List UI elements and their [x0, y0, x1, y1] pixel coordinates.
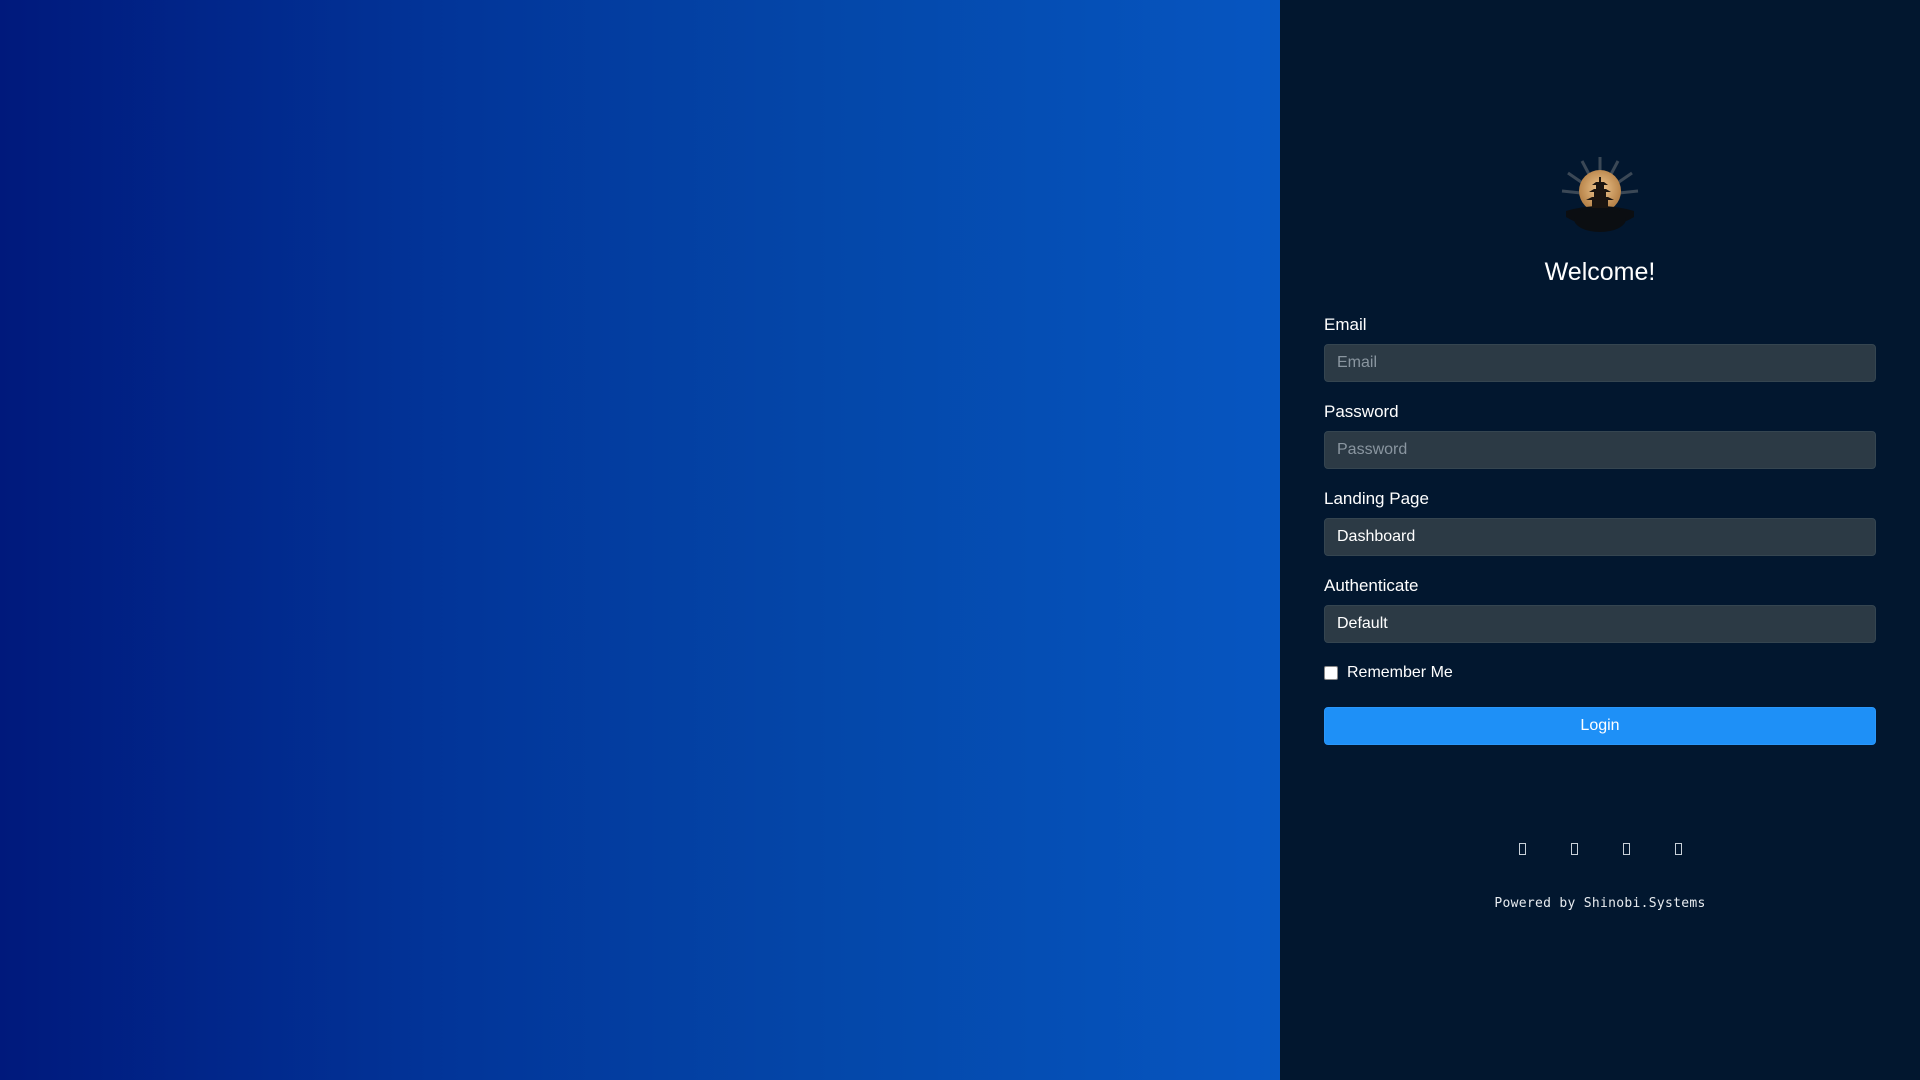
authenticate-group: Authenticate Default	[1324, 576, 1876, 643]
social-link-icon-1[interactable]	[1514, 838, 1530, 860]
welcome-heading: Welcome!	[1544, 258, 1656, 286]
landing-page-value: Dashboard	[1337, 528, 1416, 545]
login-button-label: Login	[1580, 717, 1620, 734]
remember-me-row: Remember Me	[1324, 663, 1876, 683]
remember-me-label[interactable]: Remember Me	[1347, 663, 1453, 683]
email-group: Email	[1324, 315, 1876, 382]
login-form: Welcome! Email Password Landing Page Das…	[1324, 155, 1876, 745]
email-label: Email	[1324, 315, 1367, 334]
authenticate-select[interactable]: Default	[1324, 605, 1876, 643]
remember-me-checkbox[interactable]	[1324, 666, 1338, 680]
logo-container	[1324, 155, 1876, 235]
password-label: Password	[1324, 402, 1399, 421]
social-link-icon-2[interactable]	[1566, 838, 1582, 860]
authenticate-label: Authenticate	[1324, 576, 1419, 595]
login-panel: Welcome! Email Password Landing Page Das…	[1280, 0, 1920, 1080]
powered-by-footer[interactable]: Powered by Shinobi.Systems	[1280, 896, 1920, 911]
social-links	[1280, 838, 1920, 860]
authenticate-value: Default	[1337, 615, 1388, 632]
password-group: Password	[1324, 402, 1876, 469]
social-link-icon-3[interactable]	[1618, 838, 1634, 860]
login-button[interactable]: Login	[1324, 707, 1876, 745]
password-field[interactable]	[1324, 431, 1876, 469]
landing-page-label: Landing Page	[1324, 489, 1429, 508]
landing-page-select[interactable]: Dashboard	[1324, 518, 1876, 556]
social-link-icon-4[interactable]	[1670, 838, 1686, 860]
shinobi-logo	[1561, 157, 1639, 232]
login-page: Welcome! Email Password Landing Page Das…	[0, 0, 1920, 1080]
hero-background	[0, 0, 1280, 1080]
landing-page-group: Landing Page Dashboard	[1324, 489, 1876, 556]
email-field[interactable]	[1324, 344, 1876, 382]
